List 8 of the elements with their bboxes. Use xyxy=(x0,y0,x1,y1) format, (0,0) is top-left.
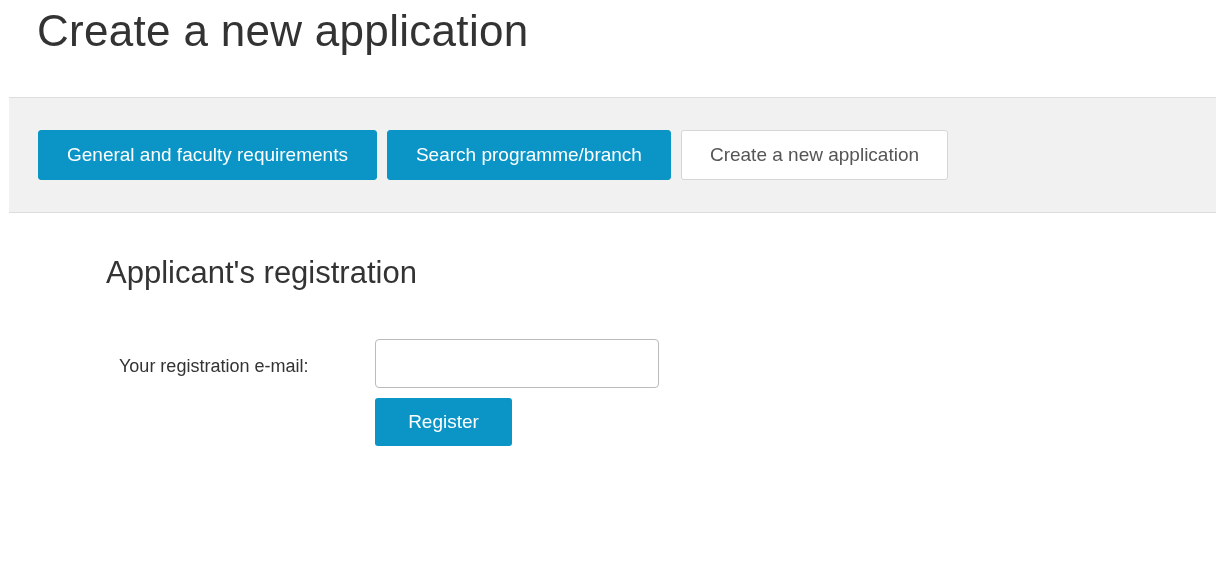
section-heading: Applicant's registration xyxy=(106,255,418,291)
nav-tab[interactable]: General and faculty requirements xyxy=(38,130,377,180)
nav-tab[interactable]: Search programme/branch xyxy=(386,130,671,180)
email-field[interactable] xyxy=(375,339,659,388)
register-button[interactable]: Register xyxy=(375,398,512,446)
field-label: Your registration e-mail: xyxy=(118,355,310,378)
page-title: Create a new application xyxy=(36,5,530,57)
nav-tab[interactable]: Create a new application xyxy=(680,130,949,180)
